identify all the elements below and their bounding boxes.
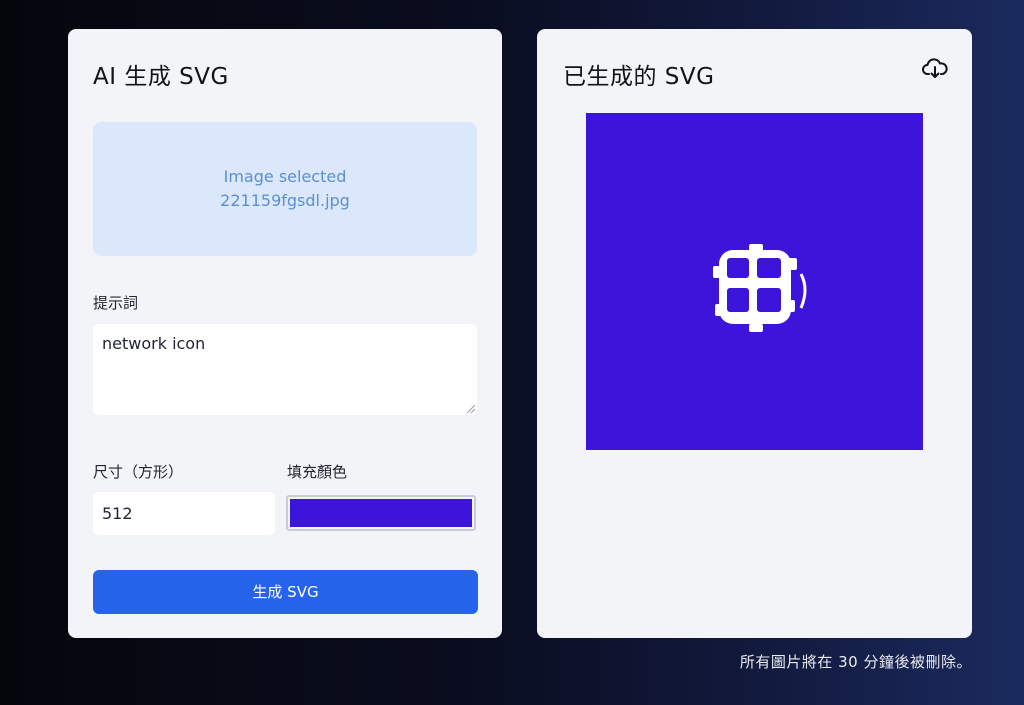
size-value: 512: [102, 504, 133, 523]
result-panel: 已生成的 SVG: [537, 29, 972, 638]
size-input[interactable]: 512: [93, 492, 275, 535]
svg-preview: [586, 113, 923, 450]
upload-status: Image selected: [223, 167, 347, 186]
cloud-download-icon[interactable]: [922, 57, 948, 81]
size-label: 尺寸（方形）: [93, 463, 184, 481]
fill-color-swatch: [290, 499, 472, 527]
deletion-notice: 所有圖片將在 30 分鐘後被刪除。: [739, 653, 972, 671]
prompt-textarea[interactable]: network icon: [93, 324, 477, 415]
generator-panel: AI 生成 SVG Image selected 221159fgsdl.jpg…: [68, 29, 502, 638]
prompt-text: network icon: [102, 334, 206, 353]
generate-svg-button[interactable]: 生成 SVG: [93, 570, 478, 614]
fill-color-label: 填充顏色: [287, 463, 348, 481]
fill-color-picker[interactable]: [286, 495, 476, 531]
resize-handle[interactable]: [467, 405, 475, 413]
prompt-label: 提示詞: [93, 294, 139, 312]
generator-title: AI 生成 SVG: [93, 64, 229, 90]
upload-filename: 221159fgsdl.jpg: [220, 191, 350, 210]
network-globe-icon: [713, 244, 807, 332]
image-upload-dropzone[interactable]: Image selected 221159fgsdl.jpg: [93, 122, 477, 256]
result-title: 已生成的 SVG: [563, 64, 715, 90]
